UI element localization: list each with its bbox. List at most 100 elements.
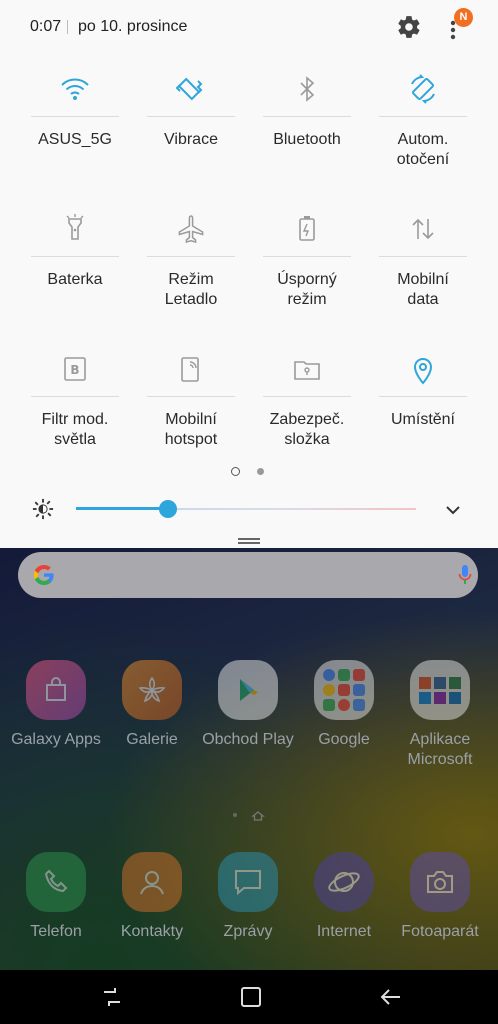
tile-divider bbox=[263, 256, 351, 257]
quick-tile-bluetooth[interactable]: Bluetooth bbox=[249, 64, 365, 194]
tile-label: Vibrace bbox=[164, 131, 218, 148]
quick-tile-mobile-data[interactable]: Mobilní data bbox=[365, 204, 481, 334]
camera-icon bbox=[410, 852, 470, 912]
app-label: Internet bbox=[316, 923, 372, 940]
svg-text:B: B bbox=[70, 363, 79, 377]
app-messages[interactable]: Zprávy bbox=[200, 852, 296, 962]
app-google-folder[interactable]: Google bbox=[296, 660, 392, 770]
quick-tile-power-saving[interactable]: Úsporný režim bbox=[249, 204, 365, 334]
quick-tile-vibrate[interactable]: Vibrace bbox=[133, 64, 249, 194]
app-internet[interactable]: Internet bbox=[296, 852, 392, 962]
tile-divider bbox=[379, 396, 467, 397]
google-folder-icon bbox=[314, 660, 374, 720]
tile-divider bbox=[379, 256, 467, 257]
microsoft-folder-icon bbox=[410, 660, 470, 720]
tile-label: Režim Letadlo bbox=[164, 271, 218, 308]
chevron-down-icon[interactable] bbox=[443, 500, 463, 520]
tile-divider bbox=[147, 256, 235, 257]
tile-divider bbox=[147, 396, 235, 397]
brightness-slider[interactable] bbox=[76, 500, 416, 518]
tile-divider bbox=[31, 256, 119, 257]
navigation-bar bbox=[0, 970, 498, 1024]
quick-tile-airplane[interactable]: Režim Letadlo bbox=[133, 204, 249, 334]
airplane-icon bbox=[178, 215, 204, 243]
tile-divider bbox=[147, 116, 235, 117]
quick-tile-secure-folder[interactable]: Zabezpeč. složka bbox=[249, 344, 365, 474]
page-dot-current bbox=[231, 467, 240, 476]
quick-tile-wifi[interactable]: ASUS_5G bbox=[17, 64, 133, 194]
app-phone[interactable]: Telefon bbox=[8, 852, 104, 962]
messages-icon bbox=[218, 852, 278, 912]
contacts-icon bbox=[122, 852, 182, 912]
back-arrow-icon[interactable] bbox=[378, 984, 404, 1010]
slider-fill bbox=[76, 507, 168, 510]
home-screen: Galaxy Apps Galerie Obchod Play Google A… bbox=[0, 548, 498, 1024]
app-play-store[interactable]: Obchod Play bbox=[200, 660, 296, 770]
blue-light-filter-icon: B bbox=[64, 357, 86, 381]
vibrate-icon bbox=[175, 77, 203, 101]
quick-tile-blue-light-filter[interactable]: B Filtr mod. světla bbox=[17, 344, 133, 474]
tile-label: Umístění bbox=[390, 411, 455, 428]
galaxy-apps-icon bbox=[26, 660, 86, 720]
notification-badge: N bbox=[454, 8, 473, 27]
brightness-icon bbox=[32, 498, 54, 520]
google-search-bar[interactable] bbox=[18, 552, 478, 598]
gallery-icon bbox=[122, 660, 182, 720]
app-label: Google bbox=[318, 731, 370, 748]
quick-tile-auto-rotate[interactable]: Autom. otočení bbox=[365, 64, 481, 194]
microphone-icon[interactable] bbox=[458, 564, 472, 586]
location-icon bbox=[413, 358, 433, 385]
phone-icon bbox=[26, 852, 86, 912]
hotspot-icon bbox=[181, 357, 199, 382]
settings-gear-icon[interactable] bbox=[396, 14, 422, 40]
tile-label: Baterka bbox=[47, 271, 103, 288]
status-bar: 0:07 po 10. prosince N bbox=[0, 0, 498, 56]
app-label: Zprávy bbox=[223, 923, 273, 940]
app-microsoft-folder[interactable]: Aplikace Microsoft bbox=[392, 660, 488, 770]
play-store-icon bbox=[218, 660, 278, 720]
secure-folder-icon bbox=[294, 361, 320, 380]
tile-label: Mobilní data bbox=[397, 271, 449, 308]
home-page-indicator bbox=[230, 808, 270, 822]
app-label: Fotoaparát bbox=[401, 923, 479, 940]
home-button-icon[interactable] bbox=[238, 984, 264, 1010]
power-saving-icon bbox=[299, 216, 315, 241]
slider-thumb[interactable] bbox=[158, 500, 177, 518]
google-g-icon bbox=[34, 565, 54, 585]
app-label: Galaxy Apps bbox=[11, 731, 101, 748]
page-indicator bbox=[230, 466, 270, 478]
bluetooth-icon bbox=[300, 76, 315, 102]
app-label: Kontakty bbox=[120, 923, 184, 940]
tile-divider bbox=[263, 396, 351, 397]
quick-tile-flashlight[interactable]: Baterka bbox=[17, 204, 133, 334]
auto-rotate-icon bbox=[411, 74, 435, 104]
app-galaxy-apps[interactable]: Galaxy Apps bbox=[8, 660, 104, 770]
tile-label: Bluetooth bbox=[273, 131, 341, 148]
date[interactable]: po 10. prosince bbox=[78, 18, 187, 36]
tile-divider bbox=[379, 116, 467, 117]
divider bbox=[67, 20, 68, 34]
tile-label: Mobilní hotspot bbox=[164, 411, 218, 448]
flashlight-icon bbox=[66, 214, 84, 240]
internet-icon bbox=[314, 852, 374, 912]
tile-divider bbox=[31, 396, 119, 397]
quick-settings-panel: 0:07 po 10. prosince N ASUS_5G Vibrace B… bbox=[0, 0, 498, 548]
mobile-data-icon bbox=[412, 218, 434, 240]
page-dot bbox=[257, 468, 264, 475]
tile-label: Filtr mod. světla bbox=[41, 411, 109, 448]
tile-divider bbox=[31, 116, 119, 117]
app-contacts[interactable]: Kontakty bbox=[104, 852, 200, 962]
quick-tile-location[interactable]: Umístění bbox=[365, 344, 481, 474]
app-label: Aplikace Microsoft bbox=[407, 731, 473, 768]
tile-label: ASUS_5G bbox=[38, 131, 112, 148]
app-camera[interactable]: Fotoaparát bbox=[392, 852, 488, 962]
app-gallery[interactable]: Galerie bbox=[104, 660, 200, 770]
app-label: Telefon bbox=[30, 923, 82, 940]
wifi-icon bbox=[61, 78, 89, 100]
panel-drag-handle[interactable] bbox=[238, 538, 260, 544]
recent-apps-icon[interactable] bbox=[99, 984, 125, 1010]
app-label: Galerie bbox=[126, 731, 178, 748]
app-label: Obchod Play bbox=[202, 731, 294, 748]
tile-label: Úsporný režim bbox=[277, 271, 337, 308]
quick-tile-hotspot[interactable]: Mobilní hotspot bbox=[133, 344, 249, 474]
